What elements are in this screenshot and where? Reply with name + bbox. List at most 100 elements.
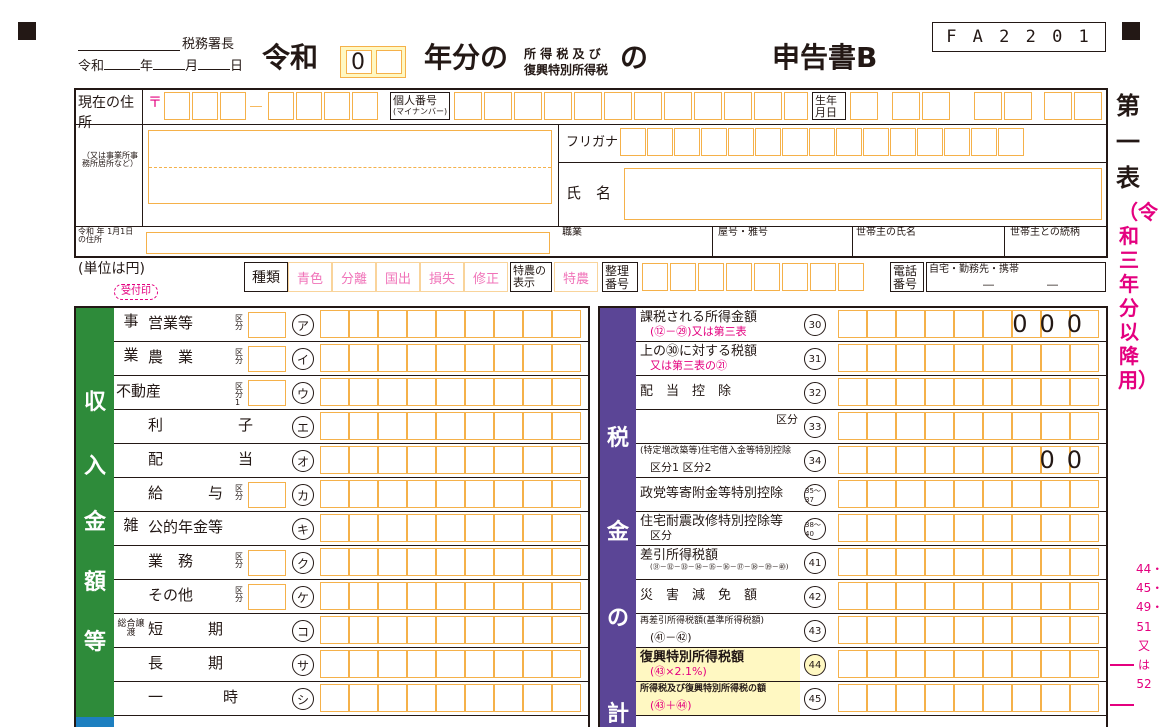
form-code: F A 2 2 0 1 [932,22,1106,52]
amount-digit-cell [436,548,465,576]
amount-digit-cell [925,650,954,678]
amount-digit-cell [1070,582,1099,610]
jan1-field[interactable] [146,232,550,254]
tax-row: 課税される所得金額 (⑫－㉙)又は第三表 30 000 [636,308,1106,342]
amount-digit-cell [1012,378,1041,406]
income-amount-field[interactable] [320,548,586,578]
amount-digit-cell [983,412,1012,440]
type-kokushutsu[interactable]: 国出 [376,262,420,292]
birthdate-field[interactable] [850,92,1106,122]
table-no: 第一表 [1116,92,1140,192]
furigana-field[interactable] [620,128,1032,158]
tax-amount-field[interactable] [838,548,1102,578]
income-amount-field[interactable] [320,616,586,646]
income-amount-field[interactable] [320,650,586,680]
tokuno-box[interactable]: 特農 [554,262,598,292]
amount-digit-cell [349,446,378,474]
amount-digit-cell [523,378,552,406]
income-amount-field[interactable] [320,378,586,408]
income-row-label: 給 与 [148,484,224,502]
income-amount-field[interactable] [320,412,586,442]
type-separate[interactable]: 分離 [332,262,376,292]
tax-amount-field[interactable] [838,684,1102,714]
corner-marker-right [1122,22,1140,40]
tax-row-sublabel: (㉛－㉜－㉝－㉞－㉟－㊱－㊲－㊳－㊴－㊵) [650,563,789,571]
income-amount-field[interactable] [320,480,586,510]
income-kubun-box[interactable]: 区分 [235,482,286,508]
tax-amount-field[interactable] [838,650,1102,680]
amount-digit-cell [896,616,925,644]
tokuno-label: 特農の表示 [510,262,552,292]
amount-digit-cell [523,684,552,712]
tax-amount-field[interactable] [838,412,1102,442]
amount-digit-cell [465,310,494,338]
income-kubun-box[interactable]: 区分1 [235,380,286,407]
amount-digit-cell [838,616,867,644]
amount-digit-cell [1041,480,1070,508]
tax-amount-field[interactable]: 00 [838,446,1102,476]
amount-digit-cell [867,344,896,372]
income-amount-field[interactable] [320,446,586,476]
income-row: 総合譲渡短 期 コ [114,614,588,648]
income-amount-field[interactable] [320,344,586,374]
income-row-mark: キ [292,518,314,540]
income-kubun-box[interactable]: 区分 [235,312,286,338]
income-row-mark: シ [292,688,314,710]
amount-digit-cell [1012,650,1041,678]
name-field[interactable] [624,168,1102,220]
tax-row-label: 配 当 控 除 [640,384,732,399]
income-amount-field[interactable] [320,684,586,714]
income-kubun-box[interactable]: 区分 [235,584,286,610]
amount-digit-cell [407,446,436,474]
type-loss[interactable]: 損失 [420,262,464,292]
amount-digit-cell [378,650,407,678]
type-blue[interactable]: 青色 [288,262,332,292]
income-row: 雑公的年金等 キ [114,512,588,546]
phone-field[interactable]: 自宅・勤務先・携帯 ― ― [926,262,1106,292]
mynumber-field[interactable] [454,92,810,122]
tax-amount-field[interactable] [838,378,1102,408]
amount-digit-cell [838,310,867,338]
kubun-label: 区分 [235,552,243,569]
side-refs: 44・45・49・51又は52 [1136,562,1164,692]
amount-digit-cell [838,378,867,406]
tax-amount-field[interactable] [838,344,1102,374]
income-kubun-box[interactable]: 区分 [235,346,286,372]
tax-row-number: 30 [804,314,826,336]
address-field[interactable] [148,130,552,204]
tax-amount-field[interactable] [838,514,1102,544]
tax-amount-field[interactable] [838,480,1102,510]
amount-digit-cell [1012,582,1041,610]
year-box[interactable]: 0 [340,46,406,78]
tax-amount-field[interactable]: 000 [838,310,1102,340]
tax-row: 所得税及び復興特別所得税の額 (㊸＋㊹) 45 [636,682,1106,716]
postal-code-field[interactable]: ― [164,92,386,122]
income-kubun-box[interactable]: 区分 [235,550,286,576]
tax-row-number: 41 [804,552,826,574]
amount-digit-cell [925,582,954,610]
amount-digit-cell [436,514,465,542]
kubun-label: 区分 [235,484,243,501]
income-row-label: 営業等 [148,314,194,332]
amount-digit-cell [1041,344,1070,372]
seiri-field[interactable] [640,262,886,292]
amount-digit-cell [523,446,552,474]
amount-digit-cell [523,650,552,678]
tax-amount-field[interactable] [838,616,1102,646]
income-amount-field[interactable] [320,310,586,340]
amount-digit-cell [436,480,465,508]
office-line [78,50,180,51]
amount-digit-cell [378,616,407,644]
amount-digit-cell [407,344,436,372]
tax-amount-field[interactable] [838,582,1102,612]
amount-digit-cell [1041,548,1070,576]
kubun-label: 区分 [235,586,243,603]
type-options: 青色 分離 国出 損失 修正 [288,262,508,292]
era-big: 令和 [262,41,319,74]
income-amount-field[interactable] [320,582,586,612]
arrow-left-1 [1110,664,1134,666]
income-row-label: 長 期 [148,654,224,672]
amount-digit-cell [983,310,1012,338]
type-correction[interactable]: 修正 [464,262,508,292]
income-amount-field[interactable] [320,514,586,544]
